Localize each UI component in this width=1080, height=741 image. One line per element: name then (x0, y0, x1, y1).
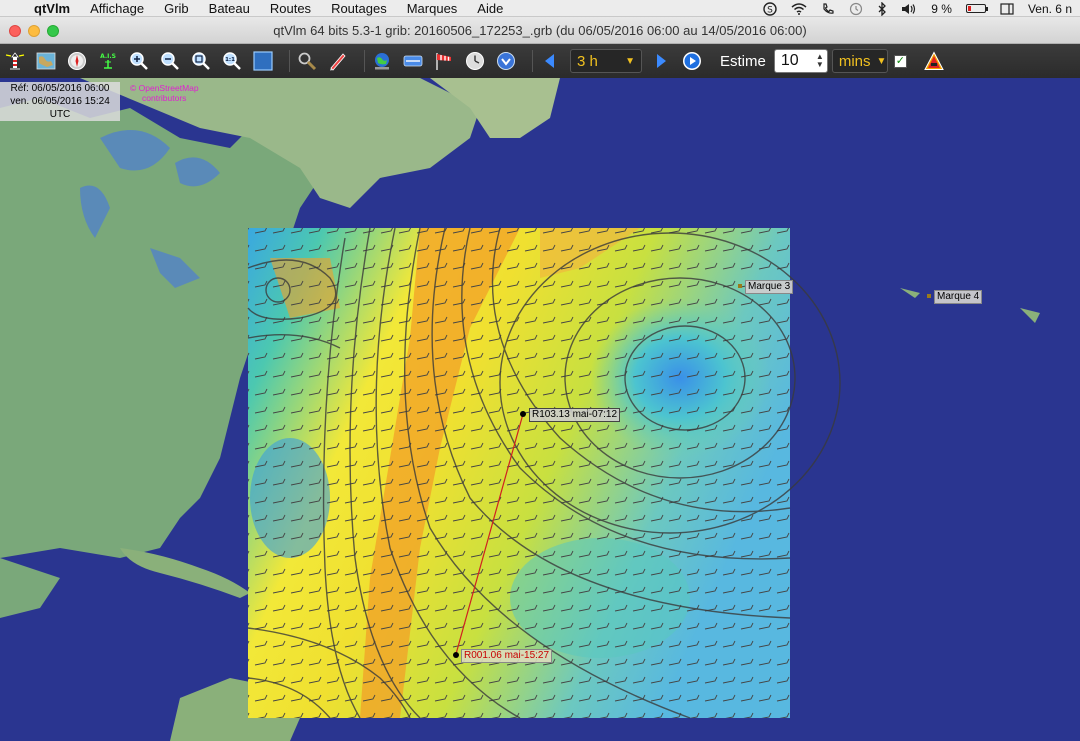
menu-affichage[interactable]: Affichage (90, 1, 144, 16)
ais-label: A.I.S (100, 53, 116, 60)
status-area: S 9 % Ven. 6 n (763, 0, 1080, 17)
menu-routes[interactable]: Routes (270, 1, 311, 16)
search-icon[interactable] (296, 50, 318, 72)
wifi-icon[interactable] (791, 2, 807, 15)
svg-text:S: S (767, 5, 773, 15)
zoom-one-to-one-label: 1:1 (225, 57, 235, 63)
window-title: qtVlm 64 bits 5.3-1 grib: 20160506_17225… (273, 23, 807, 38)
toolbar-separator (364, 50, 365, 72)
menu-routages[interactable]: Routages (331, 1, 387, 16)
lighthouse-icon[interactable] (4, 50, 26, 72)
toolbar-separator (532, 50, 533, 72)
app-menu[interactable]: qtVlm (34, 1, 70, 16)
step-forward-icon[interactable] (650, 50, 672, 72)
main-toolbar: A.I.S 1:1 3 h ▼ Estime 10 ▲ ▼ mins ▼ ✓ (0, 44, 1080, 78)
estime-checkbox[interactable]: ✓ (893, 54, 907, 68)
ais-icon[interactable]: A.I.S (97, 50, 119, 72)
reference-date: Réf: 06/05/2016 06:00 (10, 83, 110, 94)
osm-attribution-line2: contributors (142, 93, 187, 103)
estime-spinbox[interactable]: 10 ▲ ▼ (773, 49, 828, 73)
menu-grib[interactable]: Grib (164, 1, 189, 16)
estime-value: 10 (780, 52, 799, 69)
globe-boat-icon[interactable] (371, 50, 393, 72)
chevron-down-icon: ▼ (625, 55, 635, 67)
osm-attribution-line1: © OpenStreetMap (130, 83, 199, 93)
battery-icon[interactable] (965, 4, 988, 13)
play-icon[interactable] (681, 50, 703, 72)
compass-icon[interactable] (66, 50, 88, 72)
clock-icon[interactable] (464, 50, 486, 72)
toolbar-separator (289, 50, 290, 72)
windsock-icon[interactable] (433, 50, 455, 72)
time-step-select[interactable]: 3 h ▼ (570, 49, 642, 73)
route-point[interactable] (520, 411, 526, 417)
route-point-label[interactable]: R001.06 mai-15:27 (461, 649, 553, 663)
step-back-icon[interactable] (539, 50, 561, 72)
map-icon[interactable] (35, 50, 57, 72)
zoom-fit-icon[interactable] (190, 50, 212, 72)
phone-icon[interactable] (821, 2, 835, 16)
window-titlebar: qtVlm 64 bits 5.3-1 grib: 20160506_17225… (0, 17, 1080, 44)
date-info-box: Réf: 06/05/2016 06:00 ven. 06/05/2016 15… (0, 82, 120, 121)
battery-percent: 9 % (931, 1, 952, 16)
select-area-icon[interactable] (252, 50, 274, 72)
mark-label[interactable]: Marque 3 (745, 280, 794, 294)
route-point[interactable] (453, 652, 459, 658)
barometer-icon[interactable] (402, 50, 424, 72)
bluetooth-icon[interactable] (877, 1, 887, 16)
mark-point[interactable] (927, 294, 931, 298)
route-point-label[interactable]: R103.13 mai-07:12 (529, 408, 621, 422)
pencil-route-icon[interactable] (327, 50, 349, 72)
spin-arrows-icon[interactable]: ▲ ▼ (816, 53, 824, 69)
current-date: ven. 06/05/2016 15:24 (10, 96, 110, 107)
menu-bateau[interactable]: Bateau (209, 1, 250, 16)
warning-icon[interactable] (923, 50, 945, 72)
download-grib-icon[interactable] (495, 50, 517, 72)
time-machine-icon[interactable] (849, 2, 863, 16)
menu-aide[interactable]: Aide (477, 1, 503, 16)
estime-unit-value: mins (838, 52, 871, 70)
chevron-down-icon: ▼ (876, 55, 887, 67)
zoom-out-icon[interactable] (159, 50, 181, 72)
menu-extras-icon[interactable] (1000, 2, 1014, 15)
zoom-one-to-one-icon[interactable]: 1:1 (221, 50, 243, 72)
mark-label[interactable]: Marque 4 (934, 290, 983, 304)
mark-point[interactable] (738, 284, 742, 288)
clock[interactable]: Ven. 6 n (1028, 2, 1072, 16)
time-step-value: 3 h (577, 52, 598, 70)
timezone-label: UTC (49, 109, 71, 120)
volume-icon[interactable] (901, 3, 917, 15)
estime-unit-select[interactable]: mins ▼ (831, 49, 888, 73)
zoom-in-icon[interactable] (128, 50, 150, 72)
osm-attribution[interactable]: © OpenStreetMap contributors (130, 83, 199, 103)
skype-icon[interactable]: S (763, 1, 777, 16)
wind-field (248, 228, 790, 718)
macos-menubar: qtVlm Affichage Grib Bateau Routes Routa… (0, 0, 1080, 17)
menu-marques[interactable]: Marques (407, 1, 458, 16)
estime-label: Estime (720, 52, 766, 70)
